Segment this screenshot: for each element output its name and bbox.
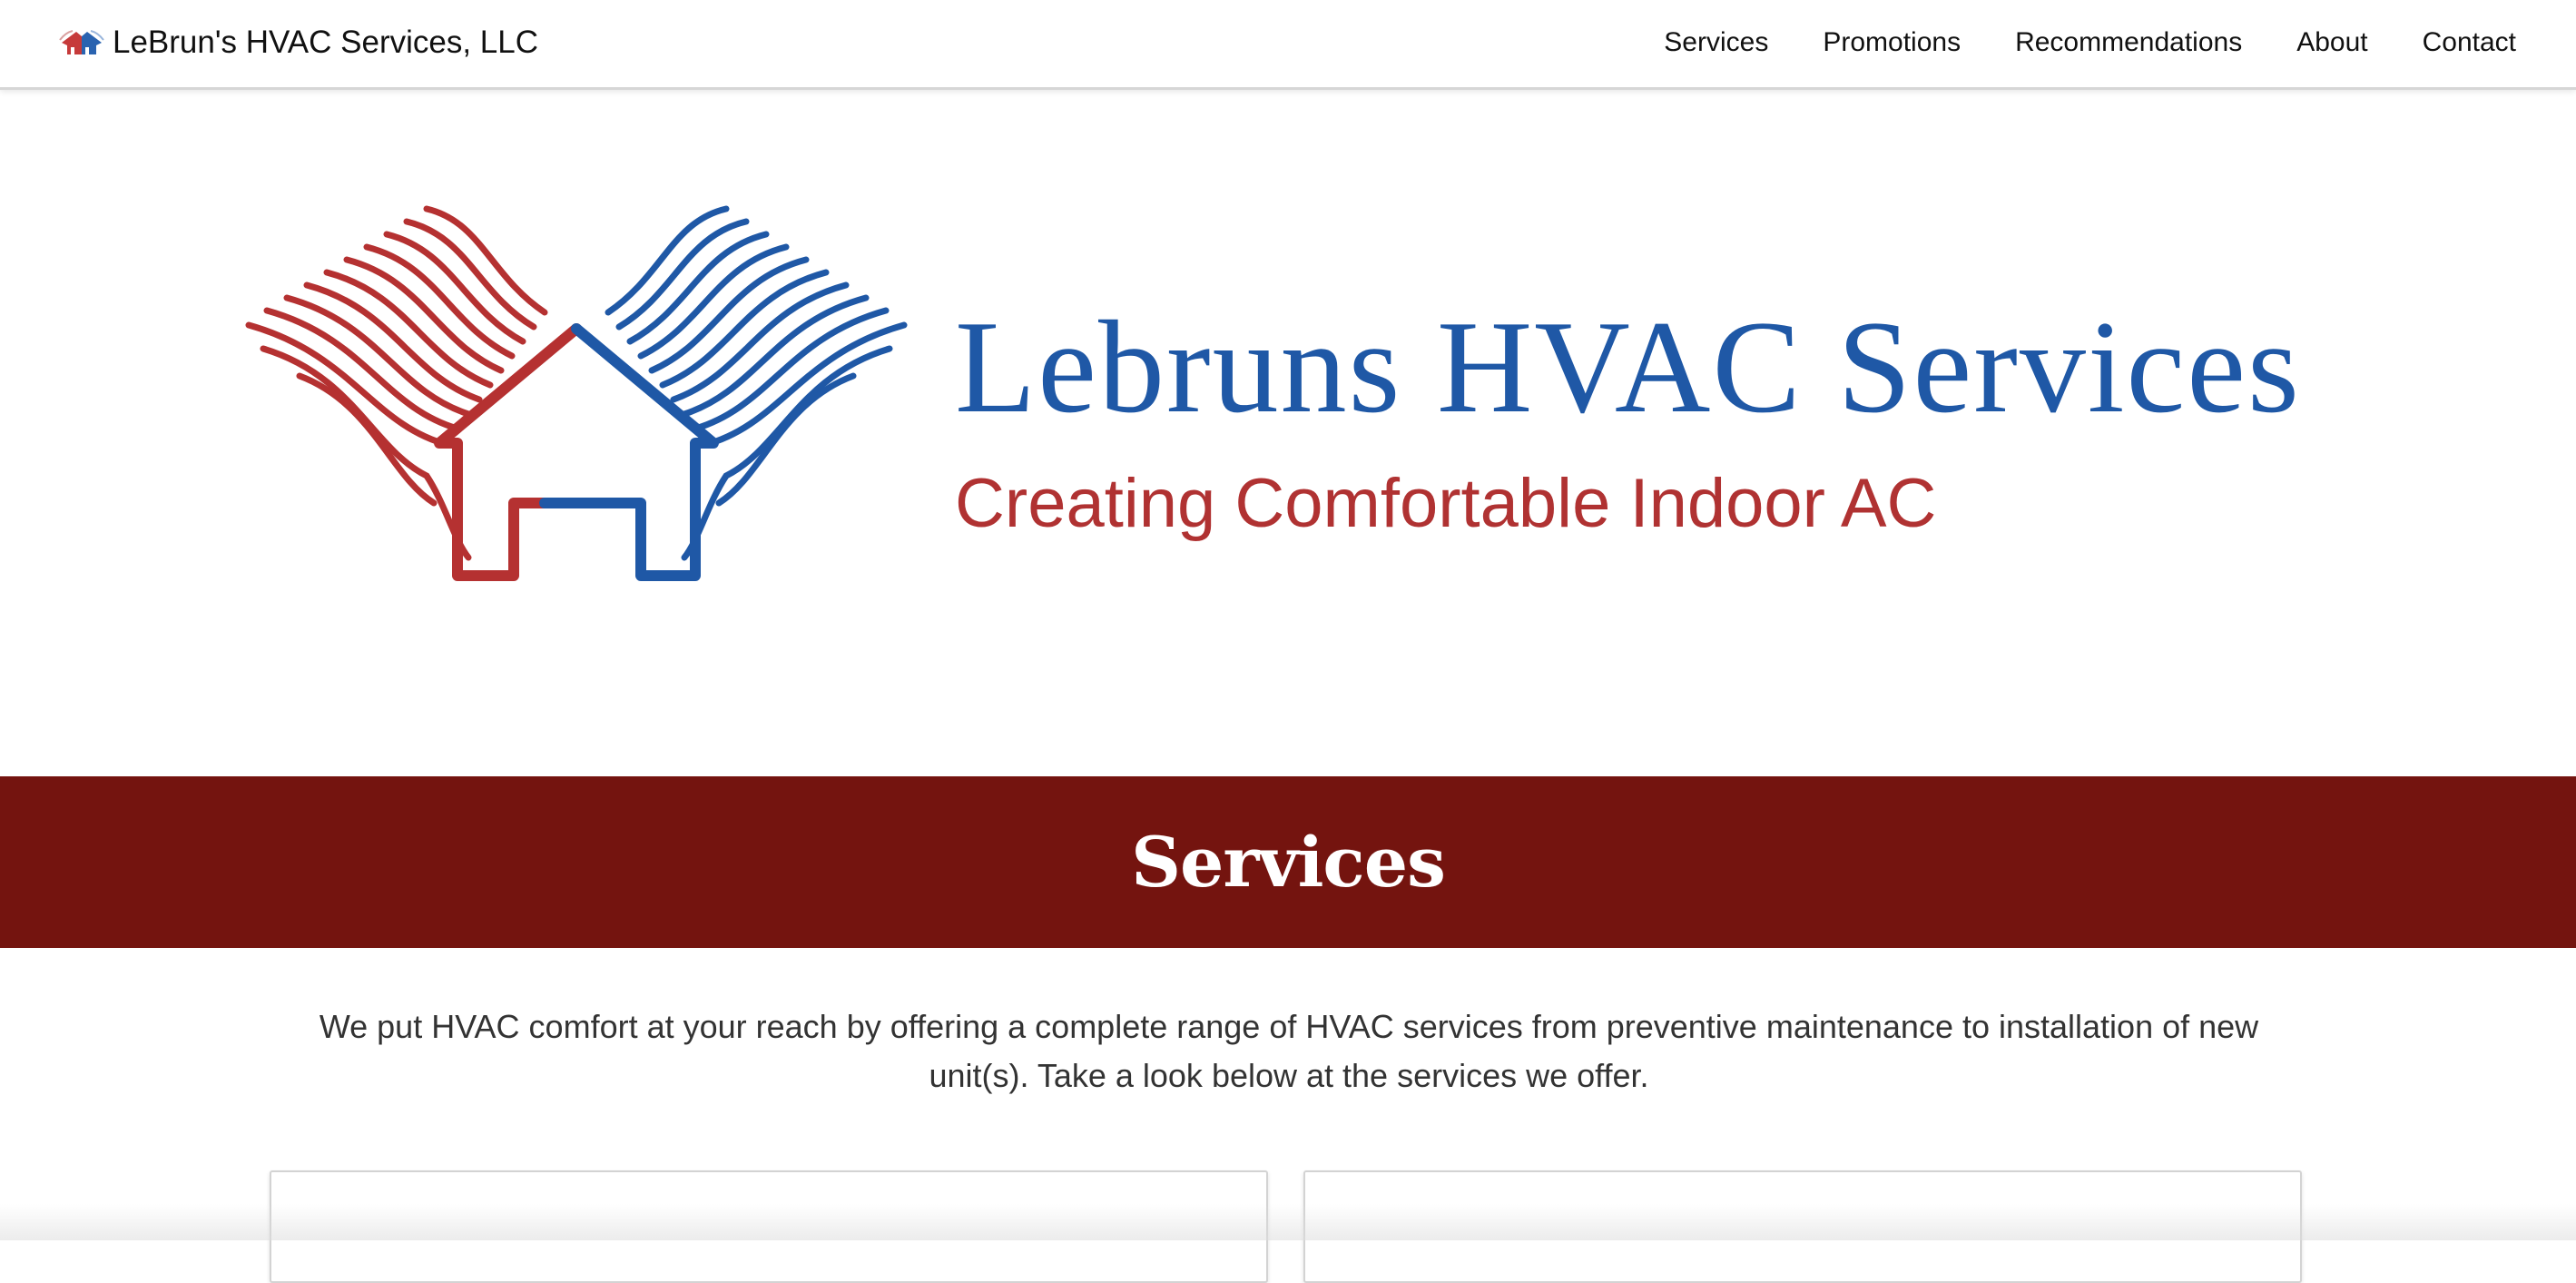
top-navbar: LeBrun's HVAC Services, LLC Services Pro… [0, 0, 2576, 90]
nav-link-contact[interactable]: Contact [2423, 27, 2516, 58]
nav-link-recommendations[interactable]: Recommendations [2015, 27, 2242, 58]
brand-link[interactable]: LeBrun's HVAC Services, LLC [58, 20, 538, 65]
hero-tagline: Creating Comfortable Indoor AC [955, 465, 1937, 542]
brand-name: LeBrun's HVAC Services, LLC [113, 25, 538, 60]
service-card[interactable] [1303, 1170, 2302, 1283]
house-airflow-logo-icon [245, 205, 908, 581]
nav-link-services[interactable]: Services [1664, 27, 1768, 58]
nav-links: Services Promotions Recommendations Abou… [1664, 0, 2516, 84]
house-logo-icon [59, 30, 104, 54]
services-heading: Services [1131, 822, 1446, 903]
services-banner: Services [0, 776, 2576, 948]
hero-section: Lebruns HVAC Services Creating Comfortab… [0, 90, 2576, 776]
hero-title: Lebruns HVAC Services [955, 293, 2301, 440]
services-intro-text: We put HVAC comfort at your reach by off… [319, 1008, 2259, 1094]
nav-link-promotions[interactable]: Promotions [1823, 27, 1961, 58]
nav-link-about[interactable]: About [2296, 27, 2367, 58]
service-card[interactable] [270, 1170, 1268, 1283]
